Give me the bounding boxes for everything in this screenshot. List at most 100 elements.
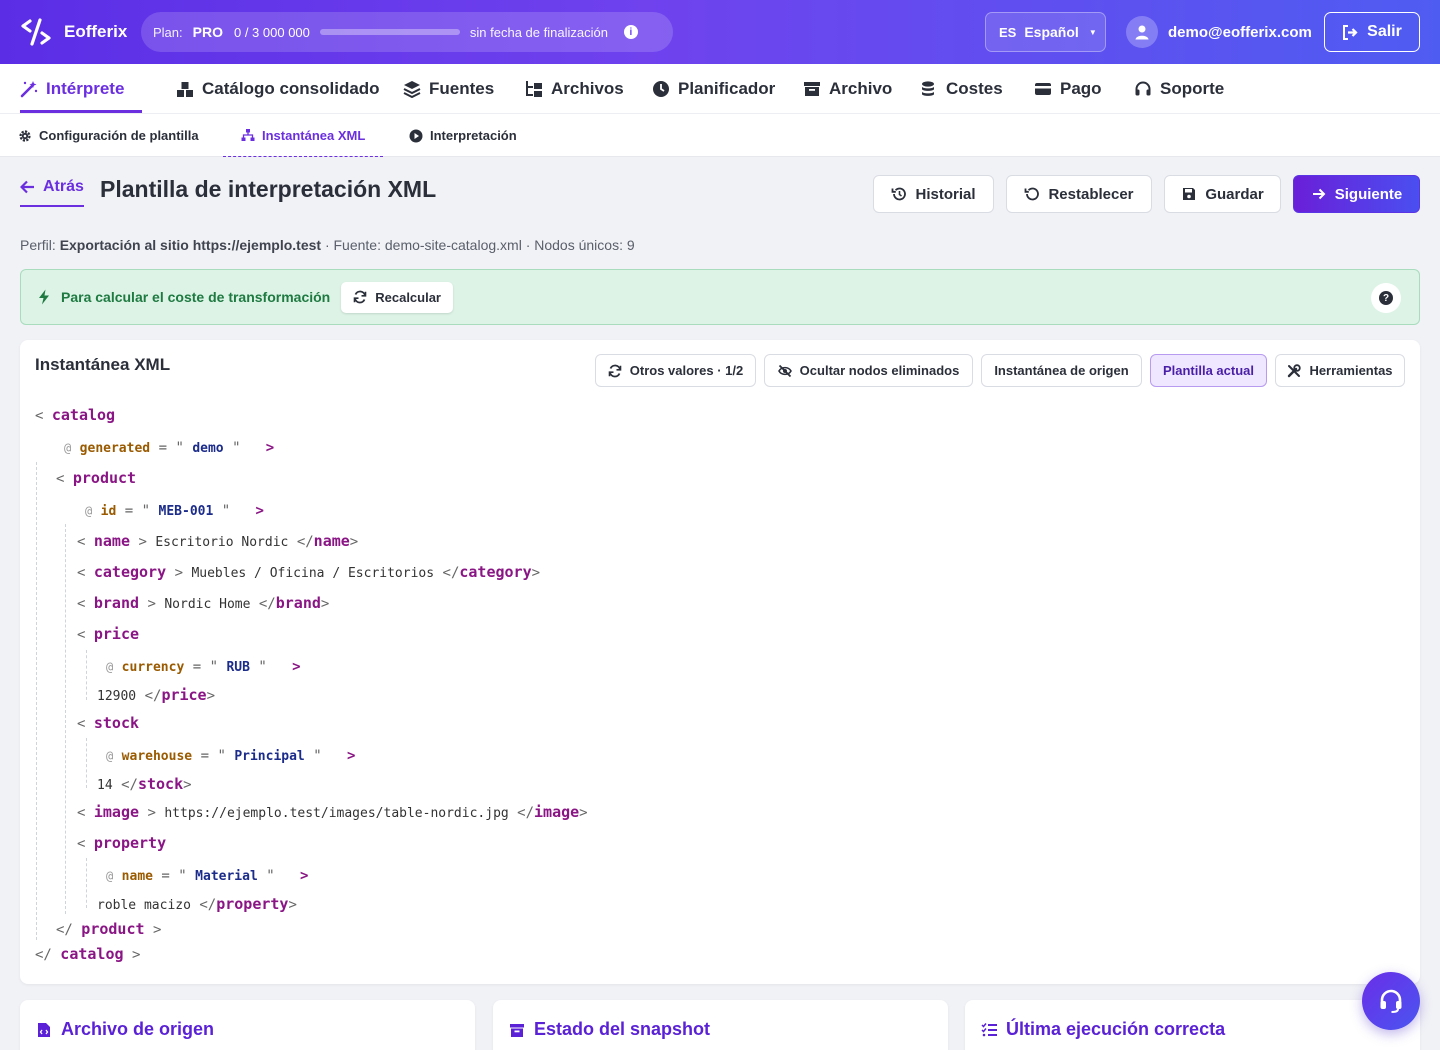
origin-snapshot-button[interactable]: Instantánea de origen	[981, 354, 1142, 387]
logo-icon	[21, 18, 51, 46]
nav-item-archivos[interactable]: Archivos	[525, 64, 624, 114]
play-circle-icon	[409, 129, 423, 142]
xml-close-product[interactable]: </ product >	[56, 920, 161, 938]
question-icon: ?	[1379, 291, 1393, 305]
xml-tag: catalog	[51, 406, 116, 424]
xml-node-stock[interactable]: < stock	[77, 714, 139, 732]
xml-tag: price	[93, 625, 140, 643]
xml-node-brand[interactable]: < brand > Nordic Home </brand>	[77, 594, 329, 612]
profile-label: Perfil:	[20, 237, 56, 253]
history-label: Historial	[915, 185, 976, 203]
clock-icon	[653, 81, 669, 97]
nav-label: Soporte	[1160, 79, 1225, 98]
reset-button[interactable]: Restablecer	[1006, 175, 1152, 213]
hide-removed-label: Ocultar nodos eliminados	[799, 363, 960, 378]
nav-item-soporte[interactable]: Soporte	[1134, 64, 1224, 114]
app-name: Eofferix	[64, 22, 128, 41]
hide-removed-button[interactable]: Ocultar nodos eliminados	[764, 354, 973, 387]
tools-label: Herramientas	[1309, 363, 1393, 378]
save-button[interactable]: Guardar	[1164, 175, 1281, 213]
nav-item-pago[interactable]: Pago	[1034, 64, 1102, 114]
xml-text-line[interactable]: 14 </stock>	[97, 775, 192, 793]
tools-icon	[1288, 363, 1302, 377]
xml-text-line[interactable]: 12900 </price>	[97, 686, 215, 704]
app-logo[interactable]: Eofferix	[20, 18, 127, 46]
back-link[interactable]: Atrás	[20, 178, 84, 207]
top-bar: Eofferix Plan: PRO 0 / 3 000 000 sin fec…	[0, 0, 1440, 64]
archive-box-icon	[510, 1023, 524, 1037]
nav-label: Archivo	[829, 79, 893, 98]
plan-label: Plan:	[153, 24, 183, 40]
recalculate-button[interactable]: Recalcular	[341, 281, 453, 313]
xml-close-tag: brand	[275, 594, 321, 612]
xml-attribute[interactable]: @ name = " Material " >	[106, 868, 308, 884]
history-icon	[892, 187, 907, 201]
xml-node-property[interactable]: < property	[77, 834, 166, 852]
xml-close-tag: name	[313, 532, 350, 550]
xml-attribute[interactable]: @ warehouse = " Principal " >	[106, 748, 355, 764]
plan-until: sin fecha de finalización	[469, 24, 608, 40]
logout-button[interactable]: Salir	[1324, 12, 1420, 52]
tools-button[interactable]: Herramientas	[1275, 354, 1405, 387]
xml-attribute[interactable]: @ currency = " RUB " >	[106, 659, 301, 675]
nav-item-catalogo[interactable]: Catálogo consolidado	[176, 64, 380, 114]
xml-close-tag: category	[459, 563, 532, 581]
subtab-configuracion[interactable]: Configuración de plantilla	[18, 114, 199, 157]
nav-label: Pago	[1060, 79, 1102, 98]
nav-label: Catálogo consolidado	[202, 79, 380, 98]
checklist-icon	[981, 1022, 997, 1036]
language-selector[interactable]: ES Español ▼	[985, 12, 1106, 52]
xml-text-line[interactable]: roble macizo </property>	[97, 895, 297, 913]
folder-tree-icon	[526, 81, 542, 97]
nav-item-costes[interactable]: Costes	[920, 64, 1003, 114]
xml-node-catalog[interactable]: < catalog	[35, 406, 115, 424]
nav-label: Planificador	[678, 79, 776, 98]
recalculate-label: Recalcular	[375, 289, 441, 305]
headset-icon	[1380, 989, 1402, 1013]
current-template-label: Plantilla actual	[1162, 363, 1255, 378]
arrow-left-icon	[20, 180, 34, 194]
xml-node-category[interactable]: < category > Muebles / Oficina / Escrito…	[77, 563, 540, 581]
xml-text: roble macizo	[97, 898, 191, 913]
other-values-button[interactable]: Otros valores · 1/2	[595, 354, 756, 387]
xml-attr-name: warehouse	[121, 749, 193, 764]
xml-node-name[interactable]: < name > Escritorio Nordic </name>	[77, 532, 358, 550]
xml-node-product[interactable]: < product	[56, 469, 136, 487]
xml-close-catalog[interactable]: </ catalog >	[35, 945, 140, 963]
xml-attr-name: generated	[79, 441, 151, 456]
nav-item-interprete[interactable]: Intérprete	[20, 64, 143, 114]
subtab-interpretacion[interactable]: Interpretación	[409, 114, 517, 157]
refresh-icon	[608, 364, 622, 377]
info-icon[interactable]: i	[623, 25, 638, 39]
subtab-instantanea[interactable]: Instantánea XML	[223, 114, 384, 157]
support-chat-button[interactable]	[1362, 972, 1420, 1030]
help-button[interactable]: ?	[1371, 283, 1401, 313]
next-button[interactable]: Siguiente	[1293, 175, 1420, 213]
nav-label: Intérprete	[46, 79, 125, 98]
xml-node-image[interactable]: < image > https://ejemplo.test/images/ta…	[77, 803, 588, 821]
sub-nav: Configuración de plantilla Instantánea X…	[0, 114, 1440, 157]
file-code-icon	[38, 1022, 50, 1037]
xml-close-tag: catalog	[60, 945, 124, 963]
origin-file-card: Archivo de origen	[20, 1000, 475, 1050]
current-template-button[interactable]: Plantilla actual	[1150, 354, 1267, 387]
xml-node-price[interactable]: < price	[77, 625, 139, 643]
tree-guide	[86, 858, 87, 908]
xml-text: 14	[97, 778, 113, 793]
card-heading-label: Estado del snapshot	[534, 1019, 711, 1039]
xml-snapshot-card: Instantánea XML Otros valores · 1/2 Ocul…	[20, 340, 1420, 984]
undo-icon	[1025, 187, 1040, 201]
xml-close-tag: property	[216, 895, 289, 913]
profile-meta: Perfil: Exportación al sitio https://eje…	[20, 237, 635, 253]
xml-text: https://ejemplo.test/images/table-nordic…	[164, 806, 509, 821]
nav-item-planificador[interactable]: Planificador	[652, 64, 775, 114]
user-menu[interactable]: demo@eofferix.com	[1126, 16, 1312, 48]
nav-item-fuentes[interactable]: Fuentes	[403, 64, 494, 114]
nav-item-archivo[interactable]: Archivo	[803, 64, 892, 114]
card-title: Instantánea XML	[35, 355, 171, 374]
floppy-disk-icon	[1183, 188, 1196, 200]
xml-attribute[interactable]: @ generated = " demo " >	[64, 440, 274, 456]
history-button[interactable]: Historial	[873, 175, 994, 213]
xml-attribute[interactable]: @ id = " MEB-001 " >	[85, 503, 264, 519]
card-heading-label: Última ejecución correcta	[1006, 1019, 1226, 1039]
